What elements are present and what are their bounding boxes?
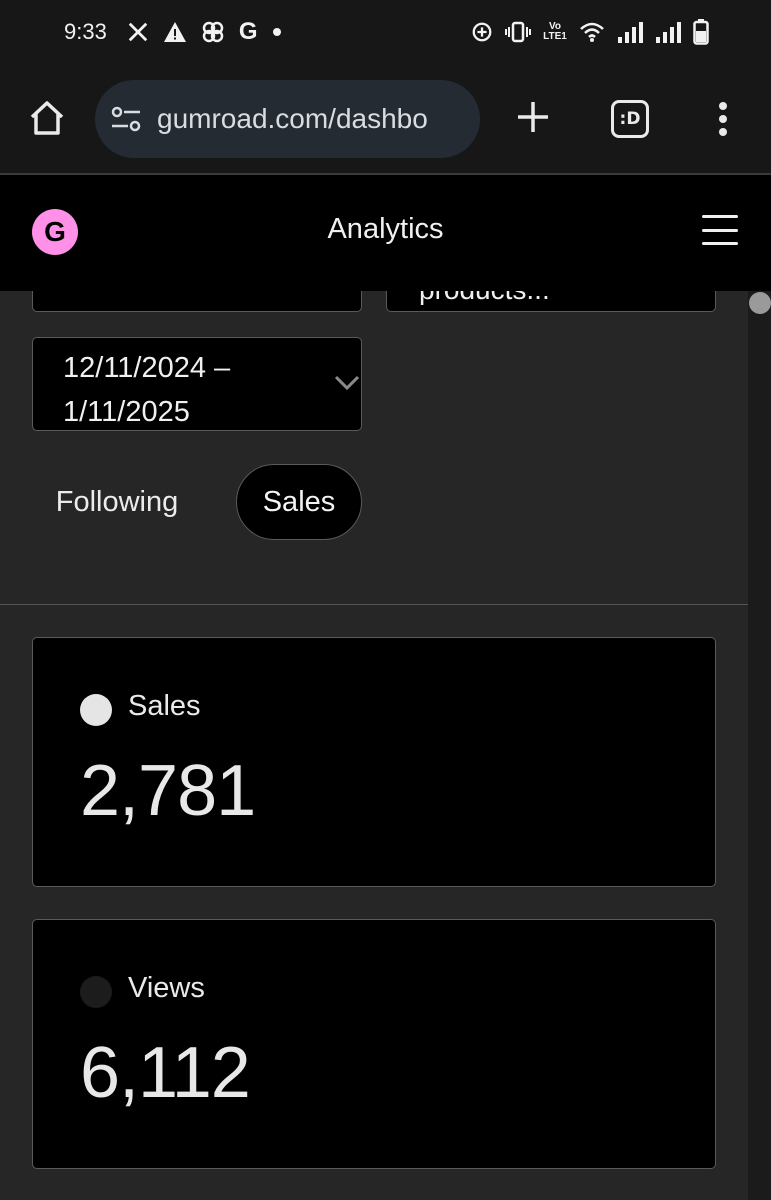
new-tab-button[interactable] <box>511 97 555 141</box>
app-header: G Analytics <box>0 175 771 291</box>
products-select-label: products... <box>419 291 550 306</box>
address-bar[interactable]: gumroad.com/dashbo <box>95 80 480 158</box>
sales-metric-card: Sales 2,781 <box>32 637 716 887</box>
site-settings-icon[interactable] <box>109 102 143 136</box>
pinwheel-icon <box>201 20 225 44</box>
views-metric-card: Views 6,112 <box>32 919 716 1169</box>
views-value: 6,112 <box>80 1033 251 1113</box>
hamburger-menu-icon[interactable] <box>702 215 738 245</box>
home-button[interactable] <box>24 97 70 143</box>
chevron-down-icon <box>333 374 361 397</box>
status-bar: 9:33 G Vo LTE1 <box>0 0 771 64</box>
dot-icon <box>272 27 282 37</box>
sales-value: 2,781 <box>80 751 256 831</box>
google-g-icon: G <box>238 18 258 45</box>
new-tab-icon <box>515 99 551 140</box>
sales-legend-dot <box>80 694 112 726</box>
section-divider <box>0 604 748 605</box>
wifi-icon <box>579 21 605 43</box>
date-range-text: 12/11/2024 – 1/11/2025 <box>63 352 231 428</box>
volte-icon: Vo LTE1 <box>543 21 567 42</box>
vibrate-icon <box>505 21 531 43</box>
tab-switcher-icon[interactable]: :D <box>611 100 649 138</box>
browser-toolbar: gumroad.com/dashbo :D <box>0 64 771 174</box>
home-icon <box>27 98 67 143</box>
scrollbar-thumb[interactable] <box>749 292 771 314</box>
data-saver-icon <box>471 21 493 43</box>
signal-icon <box>655 21 681 43</box>
date-range-picker[interactable]: 12/11/2024 – 1/11/2025 <box>32 337 362 431</box>
battery-icon <box>693 19 709 45</box>
views-label: Views <box>128 972 205 1004</box>
tab-sales[interactable]: Sales <box>236 464 362 540</box>
views-legend-dot <box>80 976 112 1008</box>
sales-label: Sales <box>128 690 201 722</box>
main-content: products... 12/11/2024 – 1/11/2025 Follo… <box>0 291 748 1200</box>
more-vert-icon[interactable] <box>708 97 738 141</box>
status-time: 9:33 <box>64 19 107 44</box>
x-logo-icon <box>127 21 149 43</box>
scrollbar-track[interactable] <box>748 291 771 1200</box>
filter-select-partial[interactable] <box>32 291 362 312</box>
tab-following[interactable]: Following <box>32 464 202 540</box>
page-title: Analytics <box>327 213 444 245</box>
warning-triangle-icon <box>163 21 187 43</box>
products-select[interactable]: products... <box>386 291 716 312</box>
signal-icon <box>617 21 643 43</box>
url-text[interactable]: gumroad.com/dashbo <box>157 103 428 135</box>
